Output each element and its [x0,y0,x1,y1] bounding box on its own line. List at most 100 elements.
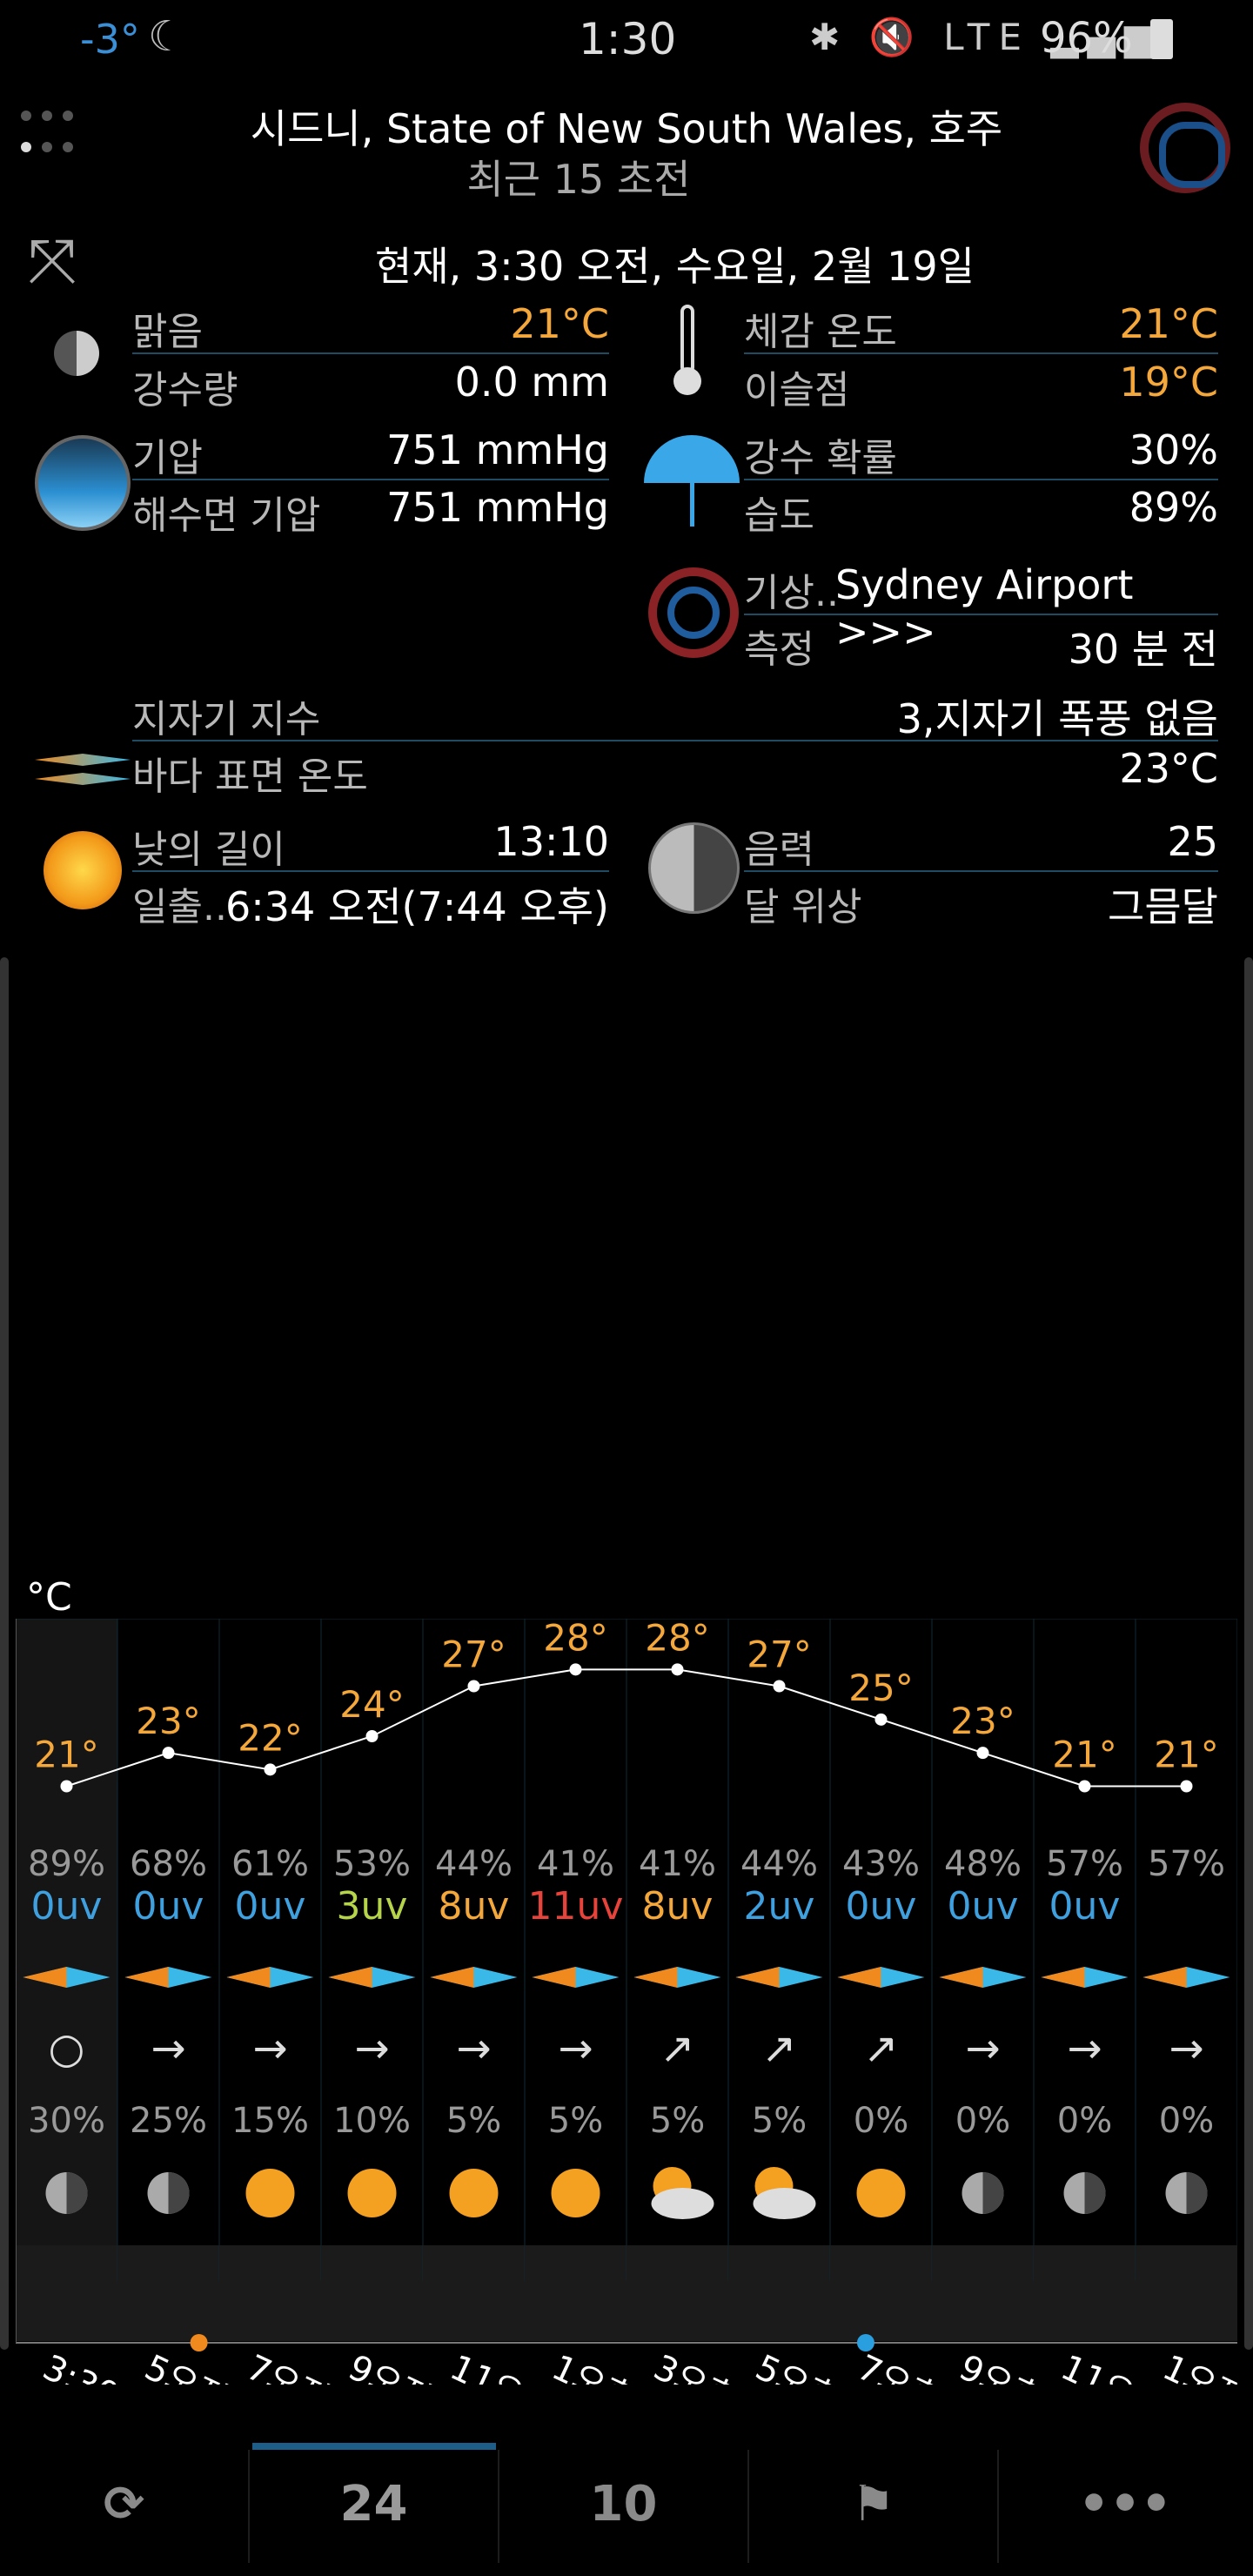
bottom-nav: ⟳ 24 10 ⚑ ••• [0,2432,1253,2576]
divider [132,740,1218,741]
location-title[interactable]: 시드니, State of New South Wales, 호주 [0,97,1253,155]
temp-label: 23° [950,1700,1015,1742]
temp-label: 27° [747,1633,811,1676]
temp-point [976,1747,989,1760]
uv-label: 0uv [846,1884,917,1929]
precip-label: 강수량 [132,368,238,413]
tab-10-days[interactable]: 10 [499,2432,747,2576]
time-label: 3오후 [647,2347,742,2385]
pressure-icon [35,435,131,531]
tab-24-hours[interactable]: 24 [250,2432,498,2576]
precip-label: 25% [130,2101,207,2141]
precip-label: 0% [1159,2101,1214,2141]
current-datetime: 현재, 3:30 오전, 수요일, 2월 19일 [375,243,975,290]
wind-arrow-icon: ↗ [660,2024,694,2073]
dew-value: 19°C [1119,359,1218,406]
wind-arrow-icon: → [354,2024,389,2073]
temp-label: 21° [1154,1734,1218,1776]
sunrise-label: 일출.. [132,885,227,929]
refresh-icon[interactable]: ⟳ [0,2432,248,2576]
humidity-label: 43% [842,1844,920,1884]
umbrella-icon [644,435,740,531]
humidity-label: 89% [28,1844,105,1884]
settings-gear-icon[interactable] [1140,103,1230,193]
battery-icon [1150,19,1173,59]
moon-icon [648,822,740,914]
wind-arrow-icon: → [965,2024,1000,2073]
daylength-label: 낮의 길이 [132,828,285,872]
divider [744,352,1218,354]
wind-arrow-icon: ↗ [761,2024,796,2073]
temp-point [569,1663,582,1676]
time-label: 7오전 [240,2347,335,2385]
precip-label: 5% [446,2101,501,2141]
precip-label: 15% [231,2101,309,2141]
wind-arrow-icon: ↗ [863,2024,898,2073]
dew-label: 이슬점 [744,368,850,413]
sea-temp-icon [35,748,131,792]
time-label: 11오전 [444,2347,559,2385]
geomag-value: 3,지자기 폭풍 없음 [896,695,1218,742]
forecast-svg: 21°89%0uv○30%3:30 오전23°68%0uv→25%5오전22°6… [15,1616,1251,2449]
hourly-forecast-graph[interactable]: 21°89%0uv○30%3:30 오전23°68%0uv→25%5오전22°6… [15,1616,1251,2449]
sunrise-marker [190,2334,208,2351]
divider [132,870,609,872]
sun-icon [347,2169,397,2217]
moon-icon: ☾ [148,12,186,61]
person-icon[interactable]: ⚑ [749,2432,997,2576]
uv-label: 8uv [439,1884,510,1929]
temp-point [60,1780,73,1793]
station-gear-icon[interactable] [648,567,739,658]
precip-label: 0% [854,2101,908,2141]
uv-label: 8uv [642,1884,714,1929]
wind-arrow-icon: → [456,2024,491,2073]
temp-label: 23° [136,1700,200,1742]
humidity-label: 61% [231,1844,309,1884]
divider [744,870,1218,872]
hour-column-shade [525,2245,626,2341]
precip-label: 10% [333,2101,411,2141]
uv-label: 11uv [528,1884,624,1929]
precip-label: 0% [1057,2101,1112,2141]
scroll-edge-left [0,957,9,2350]
pressure-label: 기압 [132,436,203,480]
active-tab-indicator [252,2443,496,2450]
sea-pressure-value: 751 mmHg [386,484,609,531]
uv-label: 0uv [1049,1884,1121,1929]
cloud-icon [651,2188,714,2219]
humidity-label: 44% [740,1844,818,1884]
humidity-label: 57% [1148,1844,1225,1884]
wind-arrow-icon: → [1169,2024,1203,2073]
precip-label: 5% [650,2101,705,2141]
humidity-value: 89% [1129,484,1218,531]
temp-label: 21° [34,1734,98,1776]
hour-column-shade [728,2245,830,2341]
sst-label: 바다 표면 온도 [132,755,368,799]
wind-arrow-icon: → [558,2024,593,2073]
time-label: 1오후 [546,2347,640,2385]
temp-point [773,1680,786,1693]
temp-point [671,1663,684,1676]
temp-point [467,1680,480,1693]
temp-label: 27° [441,1633,506,1676]
divider [132,352,609,354]
time-label: 9오전 [342,2347,437,2385]
feels-label: 체감 온도 [744,310,897,354]
status-bar: -3° ☾ 1:30 ✱ 🔇 LTE ▂▄▆ 96% [0,0,1253,83]
hour-column-shade [16,2245,117,2341]
feels-value: 21°C [1119,300,1218,347]
precip-label: 5% [752,2101,807,2141]
more-icon[interactable]: ••• [999,2432,1251,2576]
sun-icon [551,2169,600,2217]
hour-column-shade [830,2245,932,2341]
humidity-label: 53% [333,1844,411,1884]
time-label: 5오후 [749,2347,844,2385]
temp-point [1180,1780,1193,1793]
condition-label: 맑음 [132,310,203,354]
time-label: 1오전 [1156,2347,1237,2385]
time-label: 5오전 [138,2347,233,2385]
time-label: 11오후 [1055,2347,1169,2385]
sea-pressure-label: 해수면 기압 [132,493,321,538]
status-time: 1:30 [579,14,677,64]
hour-column-shade [932,2245,1034,2341]
